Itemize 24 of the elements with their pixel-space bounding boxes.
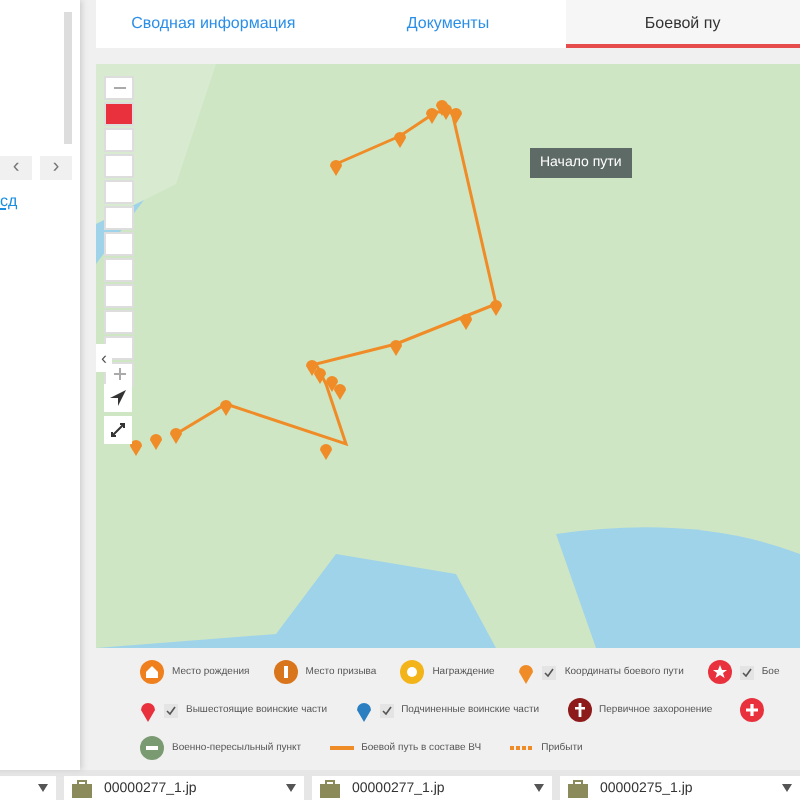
dropdown-caret-icon[interactable] — [534, 784, 544, 792]
checkbox[interactable] — [542, 665, 557, 679]
tab[interactable]: Боевой пу — [565, 0, 800, 48]
dropdown-caret-icon[interactable] — [286, 784, 296, 792]
checkbox[interactable] — [164, 703, 178, 717]
dropdown-caret-icon[interactable] — [782, 784, 792, 792]
zoom-out-button[interactable] — [104, 76, 134, 100]
minus-icon — [113, 82, 125, 94]
checkbox[interactable] — [739, 665, 754, 679]
file-tab[interactable] — [0, 776, 56, 800]
plus-icon — [113, 368, 125, 380]
expand-icon[interactable] — [104, 416, 132, 444]
briefcase-icon — [320, 779, 340, 797]
pager-button[interactable]: ‹ — [0, 156, 32, 180]
pager-button[interactable]: › — [40, 156, 72, 180]
layer-button[interactable] — [104, 102, 134, 126]
scrollbar[interactable] — [64, 12, 72, 144]
briefcase-icon — [72, 779, 92, 797]
navigation-icon[interactable] — [104, 384, 132, 412]
checkbox[interactable] — [379, 703, 394, 717]
link[interactable]: сд — [0, 192, 80, 210]
dropdown-caret-icon[interactable] — [38, 784, 48, 792]
briefcase-icon — [568, 779, 588, 797]
collapse-button[interactable]: ‹ — [96, 344, 112, 372]
